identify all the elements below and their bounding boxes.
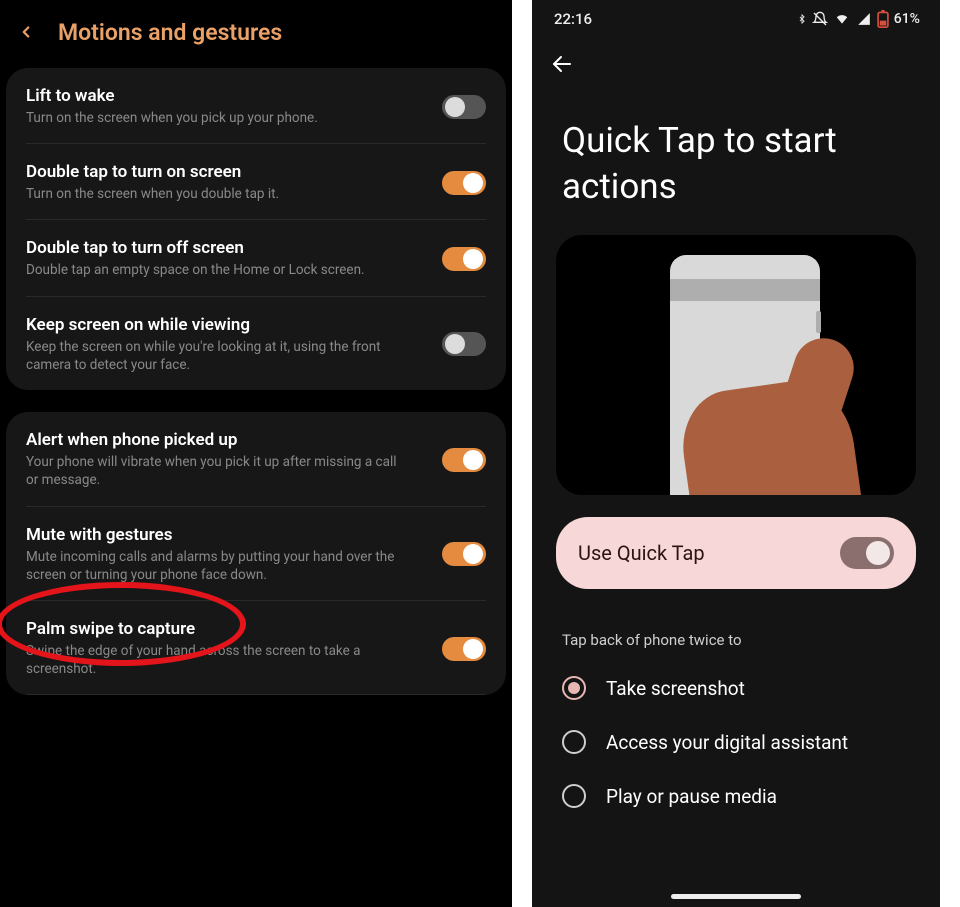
setting-title: Double tap to turn on screen	[26, 162, 279, 182]
back-button[interactable]	[532, 32, 940, 80]
quicktap-option[interactable]: Access your digital assistant	[532, 715, 940, 769]
settings-group-2: Alert when phone picked up Your phone wil…	[6, 412, 506, 695]
status-time: 22:16	[554, 10, 592, 28]
setting-title: Palm swipe to capture	[26, 619, 406, 639]
setting-subtitle: Swipe the edge of your hand across the s…	[26, 642, 406, 678]
setting-subtitle: Turn on the screen when you double tap i…	[26, 185, 279, 203]
samsung-settings-screen: Motions and gestures Lift to wake Turn on…	[0, 0, 512, 907]
setting-row[interactable]: Mute with gestures Mute incoming calls an…	[26, 507, 486, 601]
setting-row[interactable]: Keep screen on while viewing Keep the scr…	[26, 297, 486, 390]
settings-group-1: Lift to wake Turn on the screen when you …	[6, 68, 506, 390]
hand-graphic	[646, 345, 876, 495]
setting-subtitle: Mute incoming calls and alarms by puttin…	[26, 548, 406, 584]
toggle-switch[interactable]	[442, 542, 486, 566]
arrow-left-icon	[550, 52, 574, 76]
bluetooth-icon	[797, 11, 807, 27]
setting-title: Alert when phone picked up	[26, 430, 406, 450]
mute-icon	[812, 11, 828, 27]
toggle-switch[interactable]	[442, 448, 486, 472]
setting-subtitle: Double tap an empty space on the Home or…	[26, 261, 365, 279]
setting-row[interactable]: Alert when phone picked up Your phone wil…	[26, 412, 486, 506]
back-icon[interactable]	[12, 18, 40, 46]
toggle-switch[interactable]	[442, 332, 486, 356]
setting-title: Double tap to turn off screen	[26, 238, 365, 258]
battery-percent: 61%	[894, 11, 920, 27]
wifi-icon	[833, 12, 851, 26]
quicktap-option[interactable]: Play or pause media	[532, 769, 940, 823]
setting-row[interactable]: Palm swipe to capture Swipe the edge of y…	[26, 601, 486, 695]
quicktap-illustration	[556, 235, 916, 495]
option-label: Access your digital assistant	[606, 731, 848, 754]
quicktap-option[interactable]: Take screenshot	[532, 661, 940, 715]
use-quick-tap-toggle-row[interactable]: Use Quick Tap	[556, 517, 916, 589]
setting-subtitle: Keep the screen on while you're looking …	[26, 338, 406, 374]
setting-row[interactable]: Lift to wake Turn on the screen when you …	[26, 68, 486, 144]
radio-icon	[562, 730, 586, 754]
status-bar: 22:16 61%	[532, 0, 940, 32]
pixel-settings-screen: 22:16 61% Quick Tap to start actions Use…	[532, 0, 940, 907]
setting-title: Keep screen on while viewing	[26, 315, 406, 335]
option-label: Play or pause media	[606, 785, 777, 808]
setting-subtitle: Your phone will vibrate when you pick it…	[26, 453, 406, 489]
radio-icon	[562, 784, 586, 808]
battery-icon	[877, 10, 889, 28]
use-quick-tap-switch[interactable]	[840, 537, 894, 569]
toggle-switch[interactable]	[442, 637, 486, 661]
page-title: Motions and gestures	[58, 19, 282, 46]
status-icons: 61%	[797, 10, 920, 28]
toggle-switch[interactable]	[442, 247, 486, 271]
toggle-switch[interactable]	[442, 171, 486, 195]
setting-row[interactable]: Double tap to turn on screen Turn on the …	[26, 144, 486, 220]
signal-icon	[856, 12, 872, 26]
section-label: Tap back of phone twice to	[532, 611, 940, 661]
toggle-switch[interactable]	[442, 95, 486, 119]
radio-icon	[562, 676, 586, 700]
option-label: Take screenshot	[606, 677, 745, 700]
toggle-label: Use Quick Tap	[578, 541, 705, 565]
nav-handle[interactable]	[671, 894, 801, 899]
header: Motions and gestures	[0, 0, 512, 68]
page-title: Quick Tap to start actions	[532, 80, 940, 235]
setting-title: Mute with gestures	[26, 525, 406, 545]
setting-row[interactable]: Double tap to turn off screen Double tap …	[26, 220, 486, 296]
setting-subtitle: Turn on the screen when you pick up your…	[26, 109, 318, 127]
setting-title: Lift to wake	[26, 86, 318, 106]
